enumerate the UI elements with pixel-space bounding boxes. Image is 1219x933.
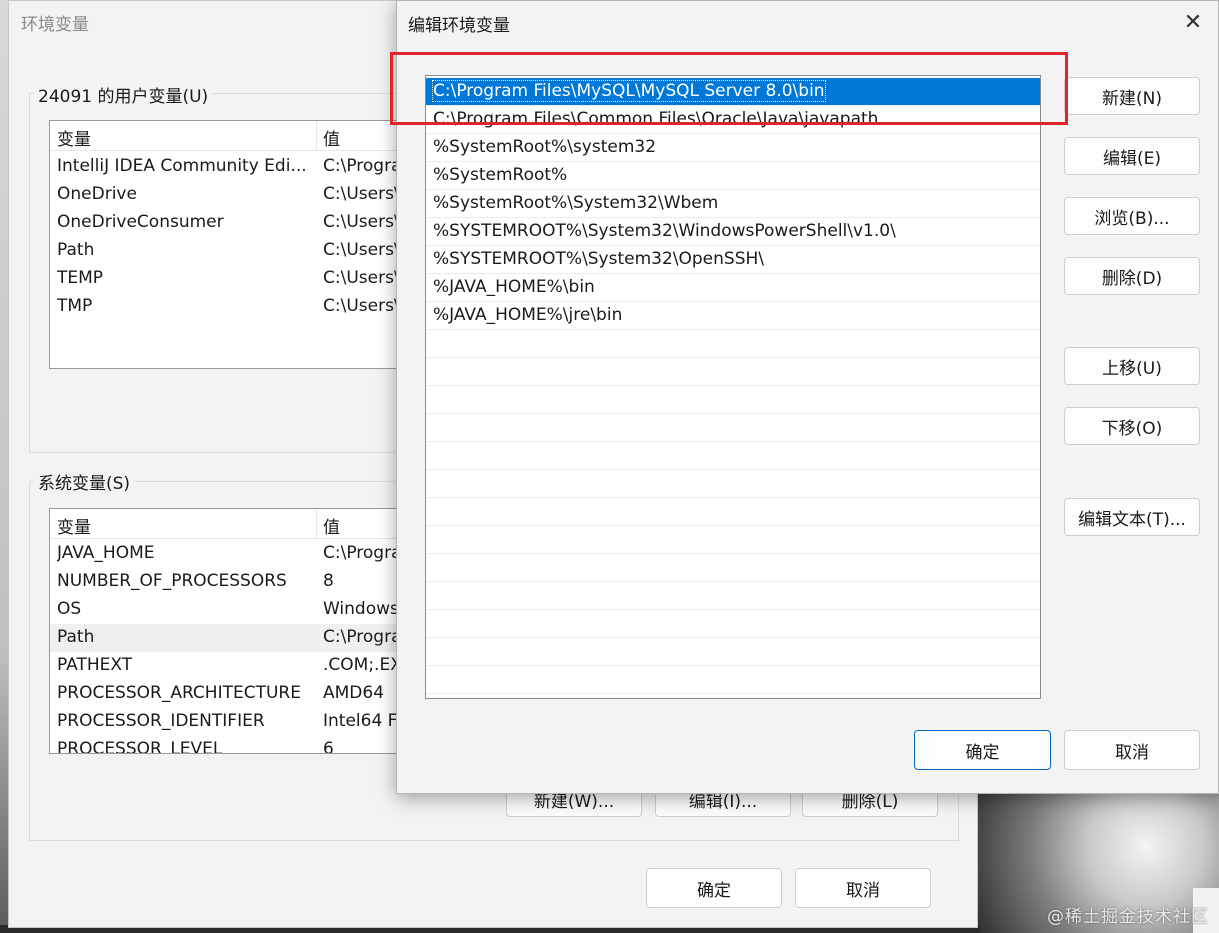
column-header-variable[interactable]: 变量	[57, 513, 91, 538]
close-icon[interactable]: ✕	[1178, 7, 1208, 37]
table-row[interactable]: IntelliJ IDEA Community Edi... C:\Progra	[50, 153, 408, 181]
list-item-empty[interactable]	[426, 582, 1040, 610]
list-item[interactable]: %SystemRoot%\system32	[426, 134, 1040, 162]
list-item-empty[interactable]	[426, 554, 1040, 582]
column-header-value[interactable]: 值	[323, 513, 340, 538]
cancel-button[interactable]: 取消	[1064, 730, 1200, 770]
delete-button[interactable]: 删除(D)	[1064, 257, 1200, 295]
list-item-empty[interactable]	[426, 638, 1040, 666]
list-item-selected[interactable]: C:\Program Files\MySQL\MySQL Server 8.0\…	[426, 78, 1040, 106]
table-row[interactable]: TEMP C:\Users\	[50, 265, 408, 293]
list-item[interactable]: %SystemRoot%	[426, 162, 1040, 190]
edit-environment-variable-dialog: 编辑环境变量 ✕ C:\Program Files\MySQL\MySQL Se…	[396, 0, 1219, 794]
list-item[interactable]: %SystemRoot%\System32\Wbem	[426, 190, 1040, 218]
edit-text-button[interactable]: 编辑文本(T)...	[1064, 498, 1200, 536]
watermark: @稀土掘金技术社区	[1047, 907, 1209, 927]
table-row[interactable]: PATHEXT .COM;.EX	[50, 652, 408, 680]
column-divider[interactable]	[316, 509, 317, 539]
edit-button[interactable]: 编辑(E)	[1064, 137, 1200, 175]
system-table-header: 变量 值	[50, 509, 408, 539]
table-row[interactable]: OS Windows	[50, 596, 408, 624]
table-row[interactable]: PROCESSOR_ARCHITECTURE AMD64	[50, 680, 408, 708]
list-item-empty[interactable]	[426, 358, 1040, 386]
ok-button[interactable]: 确定	[914, 730, 1051, 770]
table-row-selected[interactable]: Path C:\Progra	[50, 624, 408, 652]
table-row[interactable]: TMP C:\Users\	[50, 293, 408, 321]
table-row[interactable]: Path C:\Users\	[50, 237, 408, 265]
list-item[interactable]: %JAVA_HOME%\jre\bin	[426, 302, 1040, 330]
system-variables-label: 系统变量(S)	[34, 469, 135, 494]
list-item-empty[interactable]	[426, 386, 1040, 414]
column-divider[interactable]	[316, 121, 317, 151]
dialog-title: 编辑环境变量	[408, 16, 510, 36]
table-row[interactable]: NUMBER_OF_PROCESSORS 8	[50, 568, 408, 596]
table-row[interactable]: PROCESSOR_IDENTIFIER Intel64 F	[50, 708, 408, 736]
list-item[interactable]: %JAVA_HOME%\bin	[426, 274, 1040, 302]
move-up-button[interactable]: 上移(U)	[1064, 347, 1200, 385]
table-row[interactable]: OneDriveConsumer C:\Users\	[50, 209, 408, 237]
list-item-empty[interactable]	[426, 470, 1040, 498]
back-dialog-title: 环境变量	[21, 15, 89, 35]
list-item[interactable]: %SYSTEMROOT%\System32\OpenSSH\	[426, 246, 1040, 274]
list-item[interactable]: %SYSTEMROOT%\System32\WindowsPowerShell\…	[426, 218, 1040, 246]
table-row[interactable]: JAVA_HOME C:\Progra	[50, 540, 408, 568]
move-down-button[interactable]: 下移(O)	[1064, 407, 1200, 445]
list-item-empty[interactable]	[426, 498, 1040, 526]
column-header-value[interactable]: 值	[323, 125, 340, 150]
list-item-empty[interactable]	[426, 526, 1040, 554]
browse-button[interactable]: 浏览(B)...	[1064, 197, 1200, 235]
back-ok-button[interactable]: 确定	[646, 868, 782, 908]
table-row[interactable]: OneDrive C:\Users\	[50, 181, 408, 209]
back-cancel-button[interactable]: 取消	[795, 868, 931, 908]
list-item-empty[interactable]	[426, 330, 1040, 358]
list-item-empty[interactable]	[426, 414, 1040, 442]
column-header-variable[interactable]: 变量	[57, 125, 91, 150]
user-variables-label: 24091 的用户变量(U)	[34, 82, 213, 107]
new-button[interactable]: 新建(N)	[1064, 77, 1200, 115]
list-item[interactable]: C:\Program Files\Common Files\Oracle\Jav…	[426, 106, 1040, 134]
list-item-empty[interactable]	[426, 610, 1040, 638]
table-row[interactable]: PROCESSOR_LEVEL 6	[50, 736, 408, 753]
system-variables-table[interactable]: 变量 值 JAVA_HOME C:\Progra NUMBER_OF_PROCE…	[49, 508, 409, 754]
user-variables-table[interactable]: 变量 值 IntelliJ IDEA Community Edi... C:\P…	[49, 120, 409, 369]
path-entries-list[interactable]: C:\Program Files\MySQL\MySQL Server 8.0\…	[425, 75, 1041, 699]
user-table-header: 变量 值	[50, 121, 408, 151]
list-item-empty[interactable]	[426, 442, 1040, 470]
list-item-empty[interactable]	[426, 666, 1040, 694]
